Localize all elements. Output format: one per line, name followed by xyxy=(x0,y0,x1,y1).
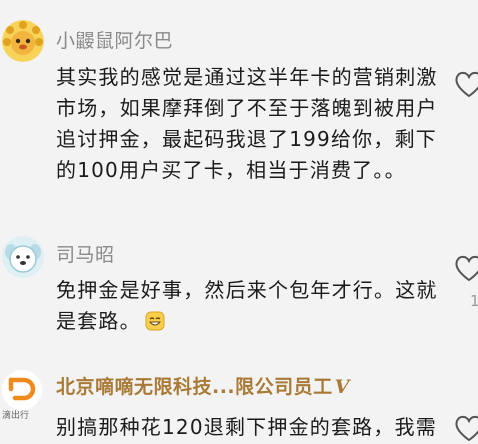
avatar[interactable] xyxy=(2,370,42,410)
comment-text: 免押金是好事，然后来个包年才行。这就 是套路。 xyxy=(56,275,438,337)
comment-username[interactable]: 北京嘀嘀无限科技...限公司员工 V xyxy=(56,372,350,399)
avatar[interactable] xyxy=(2,20,44,62)
comment-line: 是套路。 xyxy=(56,306,432,337)
heart-outline-icon[interactable] xyxy=(454,70,478,98)
heart-outline-icon[interactable] xyxy=(454,414,478,442)
comment-line: 市场，如果摩拜倒了不至于落魄到被用户 xyxy=(56,96,438,120)
comment-text: 别搞那种花120退剩下押金的套路，我需 xyxy=(56,412,437,443)
didi-logo-avatar-icon xyxy=(2,370,42,410)
dog-avatar-icon xyxy=(2,236,44,278)
mole-avatar-icon xyxy=(2,20,44,62)
comment-username[interactable]: 小鼹鼠阿尔巴 xyxy=(56,26,173,53)
grinning-emoji-icon xyxy=(145,311,165,331)
verified-badge: V xyxy=(334,376,350,398)
comment-username[interactable]: 司马昭 xyxy=(56,240,115,267)
comment-text: 其实我的感觉是通过这半年卡的营销刺激 市场，如果摩拜倒了不至于落魄到被用户 追讨… xyxy=(56,62,438,186)
comment-line: 其实我的感觉是通过这半年卡的营销刺激 xyxy=(56,65,438,89)
comment-line: 别搞那种花120退剩下押金的套路，我需 xyxy=(56,415,437,439)
comment-line-text: 是套路。 xyxy=(56,309,141,333)
like-count: 1 xyxy=(470,292,478,310)
avatar-caption: 滴出行 xyxy=(2,411,30,421)
heart-outline-icon[interactable] xyxy=(454,254,478,282)
comment-line: 追讨押金，最起码我退了199给你，剩下 xyxy=(56,127,437,151)
official-username: 北京嘀嘀无限科技...限公司员工 xyxy=(56,376,333,398)
comment-line: 的100用户买了卡，相当于消费了。。 xyxy=(56,158,406,182)
avatar[interactable] xyxy=(2,236,44,278)
comment-line: 免押金是好事，然后来个包年才行。这就 xyxy=(56,278,438,302)
